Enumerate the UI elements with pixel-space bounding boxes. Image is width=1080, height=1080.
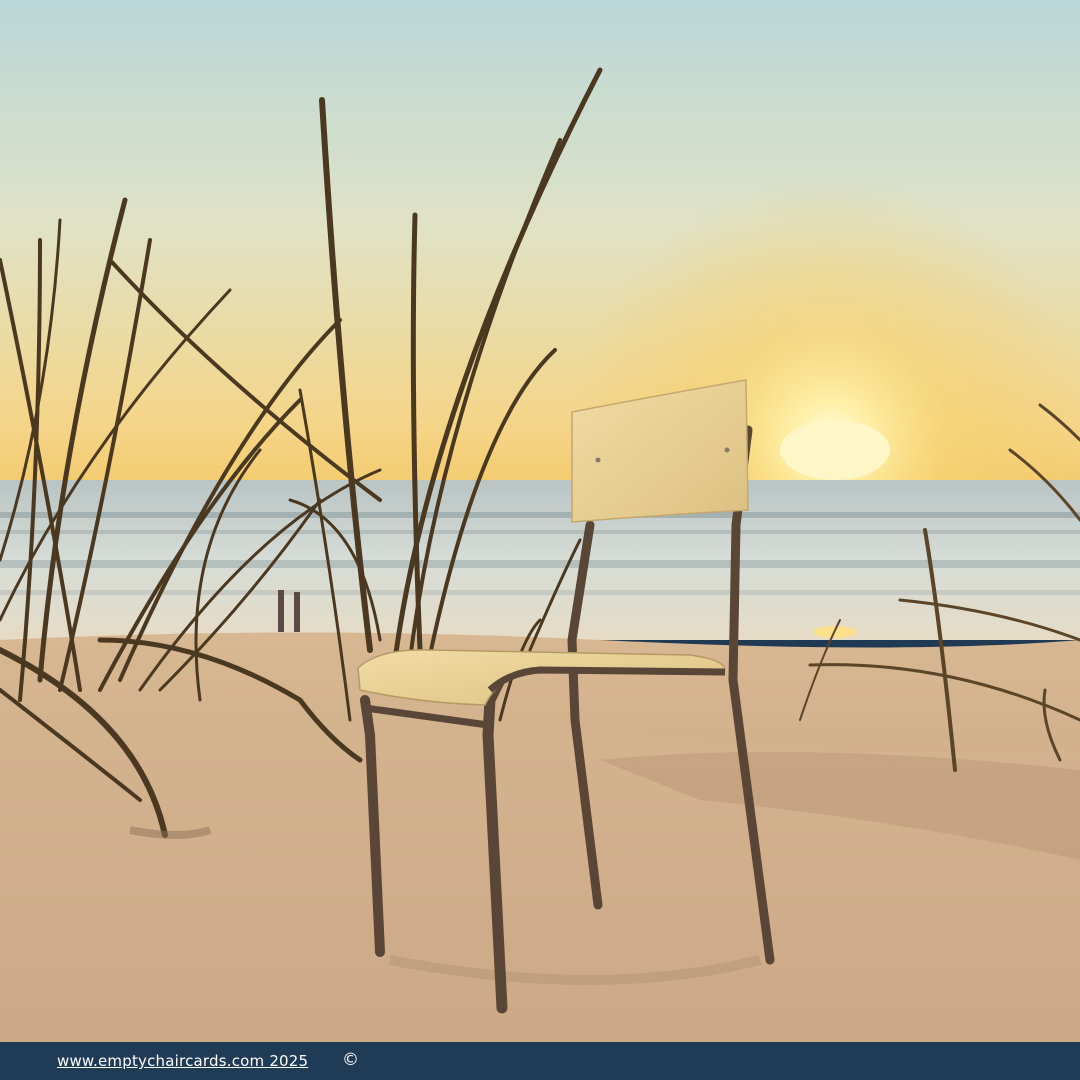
footer-bar: www.emptychaircards.com 2025 ©	[0, 1042, 1080, 1080]
copyright-symbol: ©	[342, 1050, 359, 1070]
beach-photo	[0, 0, 1080, 1042]
sun	[780, 420, 890, 480]
website-link[interactable]: www.emptychaircards.com 2025	[57, 1052, 308, 1070]
